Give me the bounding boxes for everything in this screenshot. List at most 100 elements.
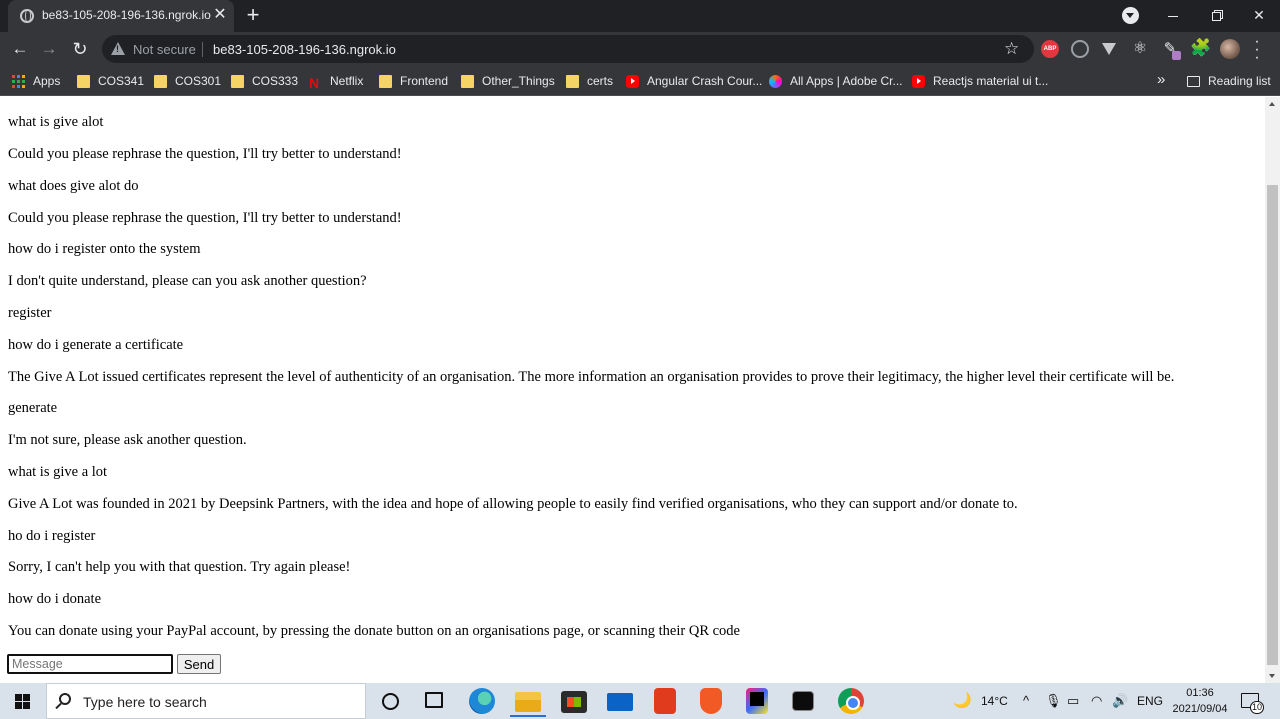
folder-icon [77,74,90,88]
reload-icon[interactable]: ↻ [69,38,91,60]
bookmarks-overflow-icon[interactable]: » [1157,71,1165,88]
chat-message: Sorry, I can't help you with that questi… [8,559,351,575]
tab-search-icon[interactable] [1122,7,1139,24]
adblock-plus-icon[interactable]: ABP [1041,40,1059,58]
taskbar-search-input[interactable]: Type here to search [46,683,366,719]
react-devtools-icon[interactable]: ⚛ [1131,40,1149,58]
system-clock[interactable]: 01:36 2021/09/04 [1170,685,1230,717]
warning-icon[interactable] [111,42,125,55]
restore-button[interactable] [1194,0,1238,30]
windows-taskbar: Type here to search 🌙 14°C ^ 🎙 ▭ ◠ 🔊 ENG… [0,683,1280,719]
bookmark-cos301[interactable]: COS301 [154,72,221,90]
folder-icon [231,74,244,88]
chat-message: register [8,305,52,321]
file-explorer-icon[interactable] [510,692,546,717]
bookmark-label: Reactjs material ui t... [933,74,1049,88]
bookmark-other-things[interactable]: Other_Things [461,72,555,90]
folder-icon [461,74,474,88]
volume-icon[interactable]: 🔊 [1112,694,1128,708]
minimize-button[interactable] [1151,0,1195,30]
mail-icon[interactable] [607,693,633,711]
bookmark-certs[interactable]: certs [566,72,613,90]
security-status[interactable]: Not secure [133,42,196,57]
chat-message: I'm not sure, please ask another questio… [8,432,247,448]
send-button[interactable]: Send [177,654,221,674]
back-arrow-icon[interactable]: ← [9,38,31,60]
tab-title: be83-105-208-196-136.ngrok.io [42,8,211,22]
profile-avatar[interactable] [1220,39,1240,59]
address-bar[interactable]: Not secure be83-105-208-196-136.ngrok.io… [102,35,1034,63]
bookmark-frontend[interactable]: Frontend [379,72,448,90]
bookmarks-bar: Apps COS341 COS301 COS333 N Netflix Fron… [0,66,1280,96]
bookmark-label: Netflix [330,74,364,88]
page-scrollbar[interactable] [1265,97,1280,683]
chat-message: generate [8,400,58,416]
task-view-icon[interactable] [425,692,443,708]
office-icon[interactable] [654,688,676,714]
bookmark-netflix[interactable]: N Netflix [309,72,364,91]
url-text[interactable]: be83-105-208-196-136.ngrok.io [213,42,396,57]
bookmark-cos333[interactable]: COS333 [231,72,298,90]
bookmark-label: COS333 [252,74,299,88]
microphone-icon[interactable]: 🎙 [1045,694,1062,708]
chat-message: Give A Lot was founded in 2021 by Deepsi… [8,496,1018,512]
notification-count-badge: 10 [1250,701,1264,714]
new-tab-button[interactable]: + [242,4,264,28]
forward-arrow-icon[interactable]: → [38,38,60,60]
chat-message: how do i register onto the system [8,241,201,257]
microsoft-store-icon[interactable] [561,691,587,713]
reading-list-label: Reading list [1208,74,1271,88]
extension-icon[interactable] [1071,40,1089,58]
youtube-icon [626,74,639,88]
tab-close-icon[interactable]: ✕ [212,6,228,24]
scroll-down-arrow-icon[interactable] [1269,674,1275,678]
chat-message: how do i donate [8,591,102,607]
bookmark-label: Other_Things [482,74,555,88]
bookmark-label: Apps [33,74,61,88]
bookmark-label: COS341 [98,74,145,88]
bookmark-cos341[interactable]: COS341 [77,72,144,90]
bookmark-adobe-all-apps[interactable]: All Apps | Adobe Cr... [769,72,903,90]
clock-time: 01:36 [1186,687,1214,699]
edge-browser-icon[interactable] [469,688,495,714]
netflix-icon: N [309,74,320,91]
terminal-icon[interactable] [792,691,814,711]
chrome-browser-icon[interactable] [838,688,864,714]
intellij-idea-icon[interactable] [746,688,768,714]
bookmark-apps[interactable]: Apps [12,72,60,90]
vue-devtools-icon[interactable] [1102,43,1116,55]
wifi-icon[interactable]: ◠ [1091,694,1102,708]
moon-icon[interactable]: 🌙 [953,683,972,719]
extensions-puzzle-icon[interactable]: 🧩 [1190,38,1211,58]
scroll-up-arrow-icon[interactable] [1269,102,1275,106]
folder-icon [154,74,167,88]
brave-browser-icon[interactable] [700,688,722,714]
reading-list-button[interactable]: Reading list [1187,72,1271,90]
bookmark-reactjs-material-ui[interactable]: Reactjs material ui t... [912,72,1048,90]
cortana-icon[interactable] [382,693,399,710]
reading-list-icon [1187,75,1200,87]
menu-kebab-icon[interactable]: · · · [1252,34,1262,66]
windows-start-icon[interactable] [0,683,46,719]
color-picker-icon[interactable]: ✎ [1161,40,1181,60]
folder-icon [566,74,579,88]
bookmark-star-icon[interactable]: ☆ [1004,39,1019,59]
battery-icon[interactable]: ▭ [1067,694,1079,708]
chat-message: The Give A Lot issued certificates repre… [8,369,1175,385]
folder-icon [379,74,392,88]
close-window-button[interactable]: ✕ [1237,0,1280,30]
message-input[interactable] [7,654,173,674]
chat-message: how do i generate a certificate [8,337,184,353]
bookmark-angular-crash-course[interactable]: Angular Crash Cour... [626,72,762,90]
youtube-icon [912,74,925,88]
browser-tab-active[interactable]: be83-105-208-196-136.ngrok.io ✕ [8,0,234,32]
bookmark-label: All Apps | Adobe Cr... [790,74,903,88]
search-icon [59,693,71,705]
weather-temperature[interactable]: 14°C [981,683,1008,719]
chevron-up-icon[interactable]: ^ [1023,694,1029,708]
adobe-icon [769,74,782,88]
apps-grid-icon [12,74,25,88]
chat-message: ho do i register [8,528,96,544]
scrollbar-thumb[interactable] [1267,185,1278,665]
language-indicator[interactable]: ENG [1137,683,1163,719]
